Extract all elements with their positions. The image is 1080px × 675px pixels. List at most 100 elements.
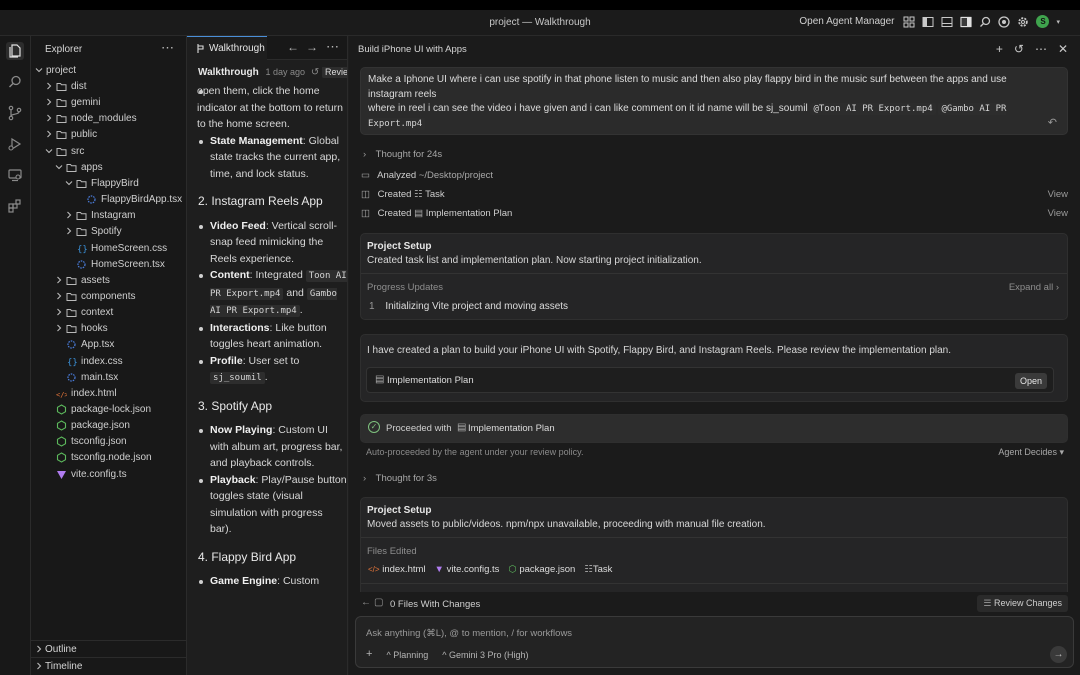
- task-chip[interactable]: ☷ Task: [414, 189, 445, 200]
- arrow-left-icon[interactable]: ←: [287, 40, 299, 54]
- chevron-right-icon: ›: [363, 473, 367, 484]
- tree-root[interactable]: project: [31, 63, 186, 79]
- explorer-icon[interactable]: [6, 42, 24, 60]
- search-icon[interactable]: [979, 16, 991, 28]
- history-icon[interactable]: ↺: [311, 67, 319, 78]
- thought-row[interactable]: › Thought for 3s: [363, 473, 437, 484]
- tree-folder[interactable]: dist: [31, 79, 186, 95]
- chat-input-box[interactable]: Ask anything (⌘L), @ to mention, / for w…: [355, 616, 1074, 668]
- tree-file[interactable]: tsconfig.json: [31, 434, 186, 450]
- tree-folder[interactable]: public: [31, 127, 186, 143]
- remote-explorer-icon[interactable]: [6, 166, 24, 184]
- tree-folder[interactable]: apps: [31, 160, 186, 176]
- more-actions-icon[interactable]: ⋯: [326, 39, 339, 55]
- open-button[interactable]: Open: [1015, 373, 1047, 389]
- search-icon[interactable]: [6, 73, 24, 91]
- timeline-section[interactable]: Timeline: [31, 657, 186, 673]
- tree-folder[interactable]: FlappyBird: [31, 176, 186, 192]
- tree-file[interactable]: package-lock.json: [31, 402, 186, 418]
- proceeded-doc[interactable]: Implementation Plan: [468, 423, 555, 434]
- tree-file[interactable]: vite.config.ts: [31, 467, 186, 483]
- tree-folder[interactable]: assets: [31, 273, 186, 289]
- tree-folder[interactable]: components: [31, 289, 186, 305]
- vite-file-icon: [57, 470, 66, 479]
- layout-grid-icon[interactable]: [903, 16, 915, 28]
- tree-file[interactable]: App.tsx: [31, 337, 186, 353]
- plan-chip[interactable]: ▤ Implementation Plan: [414, 208, 512, 219]
- review-changes-button[interactable]: ☰ Review Changes: [977, 595, 1068, 612]
- explorer-panel: Explorer ⋯ project dist gemini node_module…: [31, 36, 187, 675]
- project-setup-card-2: Project Setup Moved assets to public/vid…: [360, 497, 1068, 592]
- tree-folder[interactable]: Spotify: [31, 224, 186, 240]
- tree-file[interactable]: main.tsx: [31, 370, 186, 386]
- tree-folder[interactable]: context: [31, 305, 186, 321]
- tree-item-label: gemini: [71, 97, 101, 109]
- tree-folder[interactable]: node_modules: [31, 111, 186, 127]
- thought-label: Thought for 3s: [375, 473, 437, 484]
- mode-selector[interactable]: ^ Planning: [386, 650, 428, 660]
- created-label: Created: [377, 208, 412, 219]
- tree-folder[interactable]: Instagram: [31, 208, 186, 224]
- created-plan-row: ◫ Created ▤ Implementation Plan: [361, 208, 512, 219]
- chevron-down-icon[interactable]: ▾: [1056, 18, 1060, 26]
- agent-decides-dropdown[interactable]: Agent Decides ▾: [998, 447, 1064, 458]
- extensions-icon[interactable]: [6, 197, 24, 215]
- request-line-2-text: where in reel i can see the video i have…: [368, 103, 811, 114]
- more-actions-icon[interactable]: ⋯: [1035, 42, 1047, 56]
- file-chip[interactable]: ⬡ package.json: [508, 564, 575, 575]
- chevron-right-icon: [67, 227, 72, 235]
- undo-icon[interactable]: ↶: [1048, 116, 1057, 129]
- close-icon[interactable]: ✕: [1058, 42, 1068, 56]
- tree-item-label: assets: [81, 274, 110, 286]
- model-selector[interactable]: ^ Gemini 3 Pro (High): [442, 650, 528, 660]
- content-text: : Integrated: [249, 269, 306, 281]
- thought-row[interactable]: › Thought for 24s: [363, 149, 442, 160]
- divider: [361, 273, 1067, 274]
- tree-file[interactable]: package.json: [31, 418, 186, 434]
- plus-icon[interactable]: +: [366, 648, 372, 660]
- gear-icon[interactable]: [1017, 16, 1029, 28]
- tree-file[interactable]: tsconfig.node.json: [31, 450, 186, 466]
- tab-walkthrough[interactable]: Walkthrough: [187, 36, 267, 60]
- send-button[interactable]: →: [1050, 646, 1067, 663]
- folder-icon: [56, 147, 67, 156]
- arrow-left-icon[interactable]: ←: [361, 597, 371, 608]
- history-icon[interactable]: ↺: [1014, 42, 1024, 56]
- book-icon: ◫: [361, 189, 370, 200]
- plan-attachment[interactable]: ▤ Implementation Plan Open: [366, 367, 1054, 393]
- outline-section[interactable]: Outline: [31, 640, 186, 656]
- run-debug-icon[interactable]: [6, 135, 24, 153]
- review-button[interactable]: Review: [322, 67, 347, 78]
- more-actions-icon[interactable]: ⋯: [161, 40, 174, 56]
- tree-folder[interactable]: src: [31, 144, 186, 160]
- chrome-icon[interactable]: [998, 15, 1011, 28]
- view-plan-link[interactable]: View: [1048, 208, 1068, 219]
- explorer-header: Explorer: [45, 44, 83, 55]
- file-chip[interactable]: ▼ vite.config.ts: [435, 564, 500, 575]
- tree-folder[interactable]: gemini: [31, 95, 186, 111]
- tree-file[interactable]: FlappyBirdApp.tsx: [31, 192, 186, 208]
- open-agent-manager-button[interactable]: Open Agent Manager: [799, 16, 894, 27]
- toggle-left-panel-icon[interactable]: [922, 16, 934, 28]
- document-icon: ▢: [374, 597, 384, 608]
- toggle-bottom-panel-icon[interactable]: [941, 16, 953, 28]
- avatar[interactable]: S: [1036, 15, 1050, 28]
- tree-file[interactable]: </> index.html: [31, 386, 186, 402]
- changes-label[interactable]: 0 Files With Changes: [390, 599, 480, 610]
- file-chip[interactable]: ☷Task: [584, 564, 612, 575]
- expand-all-link[interactable]: Expand all ›: [1009, 282, 1059, 293]
- tree-file[interactable]: {} index.css: [31, 354, 186, 370]
- tree-file[interactable]: HomeScreen.tsx: [31, 257, 186, 273]
- toggle-right-panel-icon[interactable]: [960, 15, 973, 28]
- request-line-1: Make a Iphone UI where i can use spotify…: [368, 74, 1007, 100]
- plus-icon[interactable]: +: [996, 42, 1003, 56]
- tree-file[interactable]: {} HomeScreen.css: [31, 241, 186, 257]
- chat-input[interactable]: Ask anything (⌘L), @ to mention, / for w…: [366, 628, 572, 639]
- card-title: Project Setup: [367, 505, 432, 516]
- file-chip[interactable]: </> index.html: [368, 564, 426, 575]
- tree-folder[interactable]: hooks: [31, 321, 186, 337]
- folder-icon: [56, 83, 67, 91]
- source-control-icon[interactable]: [6, 104, 24, 122]
- arrow-right-icon[interactable]: →: [306, 40, 318, 54]
- view-task-link[interactable]: View: [1048, 189, 1068, 200]
